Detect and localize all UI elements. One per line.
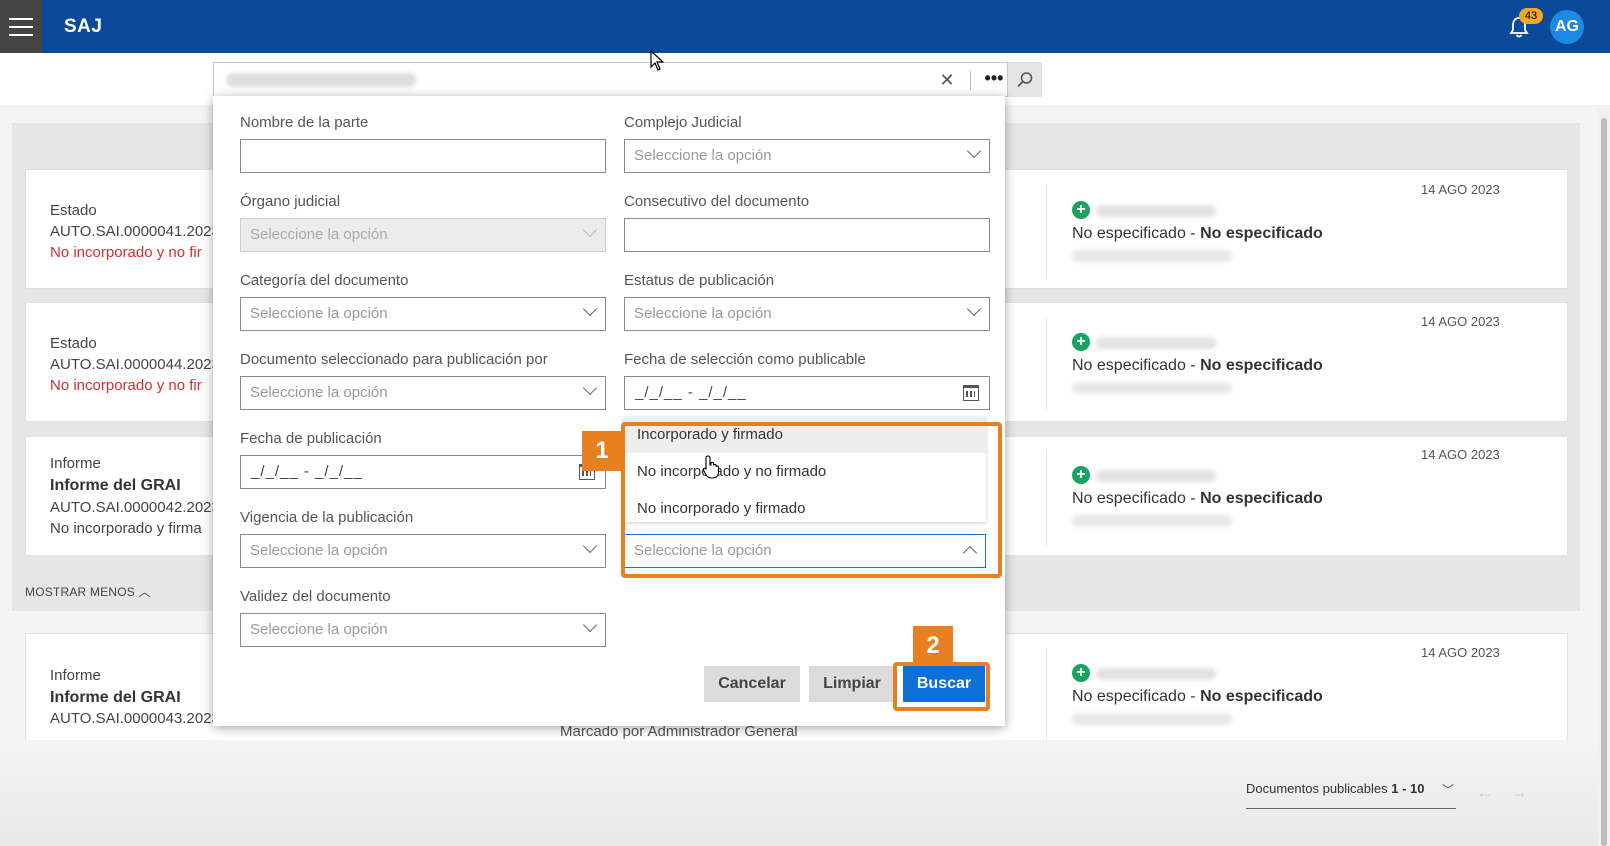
card-code: AUTO.SAI.0000041.2023	[50, 223, 220, 240]
selected-by-select[interactable]: Seleccione la opción	[240, 376, 606, 410]
step-marker-1: 1	[582, 431, 622, 471]
app-brand[interactable]: SAJ	[64, 16, 102, 38]
add-icon[interactable]: +	[1072, 201, 1090, 219]
judicial-body-select[interactable]: Seleccione la opción	[240, 218, 606, 252]
close-icon[interactable]: ✕	[936, 69, 958, 91]
chevron-down-icon: ﹀	[1442, 783, 1455, 797]
party-name-input[interactable]	[240, 139, 606, 173]
card-status: No incorporado y no fir	[50, 244, 202, 261]
field-label: Órgano judicial	[240, 193, 341, 210]
document-category-select[interactable]: Seleccione la opción	[240, 297, 606, 331]
field-label: Fecha de publicación	[240, 430, 382, 447]
highlight-dropdown	[621, 422, 1002, 578]
card-classification: No especificado - No especificado	[1072, 490, 1323, 507]
card-classification: No especificado - No especificado	[1072, 357, 1323, 374]
card-title: Informe del GRAI	[50, 689, 181, 706]
chevron-down-icon	[582, 538, 598, 554]
notification-count-badge: 43	[1519, 8, 1543, 24]
card-type: Informe	[50, 667, 101, 684]
judicial-complex-select[interactable]: Seleccione la opción	[624, 139, 990, 173]
clear-button[interactable]: Limpiar	[809, 666, 895, 702]
card-status: No incorporado y firma	[50, 520, 202, 537]
cursor-arrow-icon	[650, 50, 665, 71]
card-type: Estado	[50, 202, 97, 219]
add-icon[interactable]: +	[1072, 466, 1090, 484]
card-type: Informe	[50, 455, 101, 472]
top-bar: SAJ	[0, 0, 1610, 53]
add-icon[interactable]: +	[1072, 664, 1090, 682]
hand-cursor-icon	[702, 455, 720, 479]
card-type: Estado	[50, 335, 97, 352]
publication-validity-select[interactable]: Seleccione la opción	[240, 534, 606, 568]
chevron-down-icon	[966, 143, 982, 159]
search-icon	[1017, 71, 1033, 87]
search-input[interactable]	[226, 72, 416, 87]
scrollbar-thumb[interactable]	[1601, 118, 1607, 846]
add-icon[interactable]: +	[1072, 333, 1090, 351]
user-avatar[interactable]: AG	[1550, 10, 1584, 44]
publication-status-select[interactable]: Seleccione la opción	[624, 297, 990, 331]
advanced-search-panel: Nombre de la parte Complejo Judicial Sel…	[213, 96, 1005, 726]
field-label: Consecutivo del documento	[624, 193, 810, 210]
chevron-down-icon	[582, 222, 598, 238]
menu-icon[interactable]	[0, 0, 42, 53]
card-title: Informe del GRAI	[50, 477, 181, 494]
field-label: Complejo Judicial	[624, 114, 742, 131]
field-label: Vigencia de la publicación	[240, 509, 414, 526]
card-date: 14 AGO 2023	[1421, 314, 1500, 329]
next-page-button[interactable]: →	[1510, 782, 1528, 803]
chevron-down-icon	[582, 380, 598, 396]
card-date: 14 AGO 2023	[1421, 645, 1500, 660]
chevron-down-icon	[966, 301, 982, 317]
cancel-button[interactable]: Cancelar	[704, 666, 800, 702]
field-label: Nombre de la parte	[240, 114, 369, 131]
search-button[interactable]	[1007, 62, 1042, 97]
field-label: Fecha de selección como publicable	[624, 351, 866, 368]
card-classification: No especificado - No especificado	[1072, 225, 1323, 242]
card-status: No incorporado y no fir	[50, 377, 202, 394]
field-label: Categoría del documento	[240, 272, 409, 289]
step-marker-2: 2	[913, 626, 953, 666]
field-label: Validez del documento	[240, 588, 391, 605]
card-classification: No especificado - No especificado	[1072, 688, 1323, 705]
highlight-search-button	[893, 662, 990, 711]
calendar-icon[interactable]	[963, 385, 979, 401]
field-label: Documento seleccionado para publicación …	[240, 351, 548, 368]
more-options-icon[interactable]: •••	[980, 66, 1008, 94]
publication-date-range-input[interactable]: _/_/__ - _/_/__	[240, 455, 606, 489]
show-less-link[interactable]: MOSTRAR MENOS ︿	[25, 583, 151, 600]
chevron-down-icon	[582, 301, 598, 317]
prev-page-button[interactable]: ←	[1476, 782, 1494, 803]
card-code: AUTO.SAI.0000043.2023	[50, 710, 220, 727]
card-code: AUTO.SAI.0000042.2023	[50, 499, 220, 516]
search-bar[interactable]: ✕ •••	[213, 62, 1042, 97]
card-date: 14 AGO 2023	[1421, 182, 1500, 197]
pagination-select[interactable]: Documentos publicables 1 - 10 ﹀	[1246, 781, 1456, 809]
chevron-down-icon	[582, 617, 598, 633]
card-date: 14 AGO 2023	[1421, 447, 1500, 462]
document-validity-select[interactable]: Seleccione la opción	[240, 613, 606, 647]
document-number-input[interactable]	[624, 218, 990, 252]
card-code: AUTO.SAI.0000044.2023	[50, 356, 220, 373]
selection-date-range-input[interactable]: _/_/__ - _/_/__	[624, 376, 990, 410]
chevron-up-icon: ︿	[138, 585, 151, 599]
field-label: Estatus de publicación	[624, 272, 775, 289]
